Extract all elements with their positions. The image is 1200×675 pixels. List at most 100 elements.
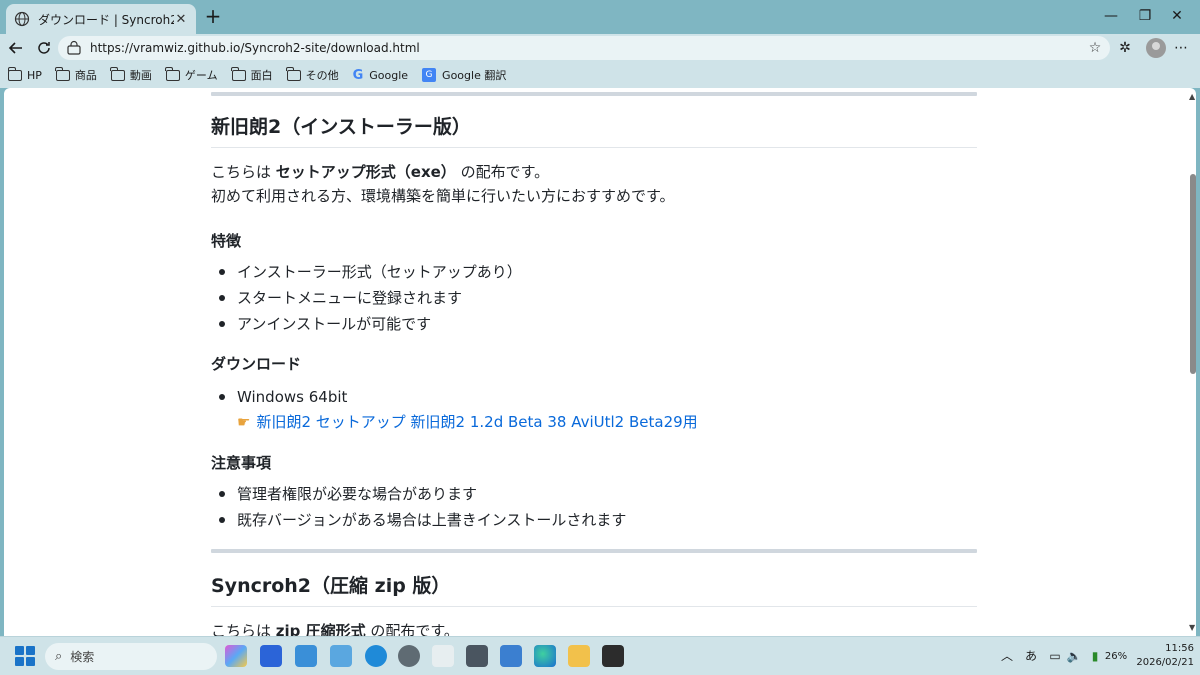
bookmark-label: HP (27, 68, 42, 82)
battery-percent: 26% (1104, 651, 1128, 662)
windows-start-icon[interactable] (15, 646, 35, 666)
terminal-icon[interactable] (602, 645, 624, 667)
notes-heading: 注意事項 (211, 454, 272, 472)
remote-desktop-icon[interactable] (330, 645, 352, 667)
bookmark-label: Google (369, 68, 409, 82)
favorite-star-icon[interactable]: ☆ (1086, 40, 1104, 56)
taskbar: ⌕ 検索 ︿ あ ▭ 🔈 ▮ 26% 11:56 2026/02/21 (0, 636, 1200, 675)
intro-text: こちらは (211, 622, 276, 636)
bookmark-label: ゲーム (184, 69, 218, 82)
volume-icon[interactable]: 🔈 (1066, 637, 1082, 675)
new-tab-button[interactable]: + (202, 6, 224, 28)
scroll-thumb[interactable] (1190, 174, 1196, 374)
bookmark-label: 商品 (74, 69, 97, 82)
google-icon: G (352, 67, 364, 83)
ime-indicator[interactable]: あ (1022, 637, 1040, 675)
section-title-zip: Syncroh2（圧縮 zip 版） (211, 571, 977, 607)
intro-text: こちらは (211, 163, 276, 181)
bookmark-fun[interactable]: 面白 (231, 66, 273, 83)
download-link-text: 新旧朗2 セットアップ 新旧朗2 1.2d Beta 38 AviUtl2 Be… (256, 413, 698, 431)
url-text[interactable]: https://vramwiz.github.io/Syncroh2-site/… (90, 41, 1086, 55)
tab-close-icon[interactable]: ✕ (174, 12, 188, 27)
notes-list: 管理者権限が必要な場合があります 既存バージョンがある場合は上書きインストールさ… (211, 481, 977, 533)
edge-browser-icon[interactable] (534, 645, 556, 667)
back-button[interactable] (4, 37, 28, 59)
browser-toolbar: https://vramwiz.github.io/Syncroh2-site/… (0, 34, 1200, 62)
bookmark-label: その他 (305, 69, 339, 82)
intro-bold: zip 圧縮形式 (275, 622, 366, 636)
download-heading: ダウンロード (211, 355, 302, 373)
intro-text: の配布です。 (455, 163, 550, 181)
extensions-icon[interactable]: ✲ (1114, 38, 1136, 58)
refresh-icon (38, 42, 50, 54)
bookmark-games[interactable]: ゲーム (165, 66, 218, 83)
folder-icon (286, 66, 301, 81)
network-icon[interactable]: ▭ (1046, 637, 1064, 675)
address-bar[interactable]: https://vramwiz.github.io/Syncroh2-site/… (58, 36, 1110, 60)
list-item: インストーラー形式（セットアップあり） (211, 259, 977, 285)
tray-chevron-icon[interactable]: ︿ (998, 637, 1016, 675)
installer-intro: こちらは セットアップ形式（exe） の配布です。 初めて利用される方、環境構築… (211, 160, 977, 208)
page-content: 新旧朗2（インストーラー版） こちらは セットアップ形式（exe） の配布です。… (211, 88, 977, 636)
section-divider (211, 92, 977, 96)
list-item: Windows 64bit (211, 384, 977, 410)
refresh-button[interactable] (32, 37, 56, 59)
bookmark-videos[interactable]: 動画 (110, 66, 152, 83)
bookmarks-bar: HP 商品 動画 ゲーム 面白 その他 G Google G Google 翻訳 (0, 62, 1200, 88)
system-clock[interactable]: 11:56 2026/02/21 (1134, 642, 1194, 670)
clock-time: 11:56 (1165, 643, 1194, 654)
folder-icon (165, 66, 180, 81)
bookmark-google[interactable]: G Google (353, 68, 408, 83)
snipping-tool-icon[interactable] (432, 645, 454, 667)
pointing-hand-icon: ☛ (237, 413, 251, 431)
folder-icon (231, 66, 246, 81)
store-icon[interactable] (365, 645, 387, 667)
download-list: Windows 64bit (211, 384, 977, 410)
site-info-icon[interactable] (66, 40, 82, 56)
intro-text: の配布です。 (365, 622, 459, 636)
photos-icon[interactable] (295, 645, 317, 667)
section-title-installer: 新旧朗2（インストーラー版） (211, 112, 977, 148)
bookmark-products[interactable]: 商品 (55, 66, 97, 83)
features-heading: 特徴 (211, 232, 242, 250)
globe-icon (14, 11, 30, 27)
bookmark-hp[interactable]: HP (7, 66, 42, 82)
folder-icon (7, 66, 22, 81)
folder-icon (110, 66, 125, 81)
battery-icon[interactable]: ▮ (1086, 637, 1104, 675)
google-translate-icon: G (422, 68, 437, 82)
list-item: 既存バージョンがある場合は上書きインストールされます (211, 507, 977, 533)
copilot-icon[interactable] (225, 645, 247, 667)
bookmark-google-translate[interactable]: G Google 翻訳 (422, 67, 506, 83)
calculator-icon[interactable] (466, 645, 488, 667)
close-window-button[interactable]: ✕ (1154, 0, 1200, 32)
zip-intro: こちらは zip 圧縮形式 の配布です。 (211, 619, 977, 636)
scroll-up-icon[interactable]: ▲ (1189, 92, 1195, 101)
notepad-icon[interactable] (500, 645, 522, 667)
section-divider (211, 549, 977, 553)
more-menu-icon[interactable]: ⋯ (1170, 38, 1192, 58)
settings-gear-icon[interactable] (398, 645, 420, 667)
list-item: スタートメニューに登録されます (211, 285, 977, 311)
profile-avatar[interactable] (1146, 38, 1166, 58)
teams-icon[interactable] (260, 645, 282, 667)
page-scrollbar[interactable]: ▲ ▼ (1188, 88, 1198, 636)
intro-bold: セットアップ形式（exe） (275, 163, 456, 181)
scroll-down-icon[interactable]: ▼ (1189, 623, 1195, 632)
page-viewport: 新旧朗2（インストーラー版） こちらは セットアップ形式（exe） の配布です。… (4, 88, 1196, 636)
installer-download-link[interactable]: ☛ 新旧朗2 セットアップ 新旧朗2 1.2d Beta 38 AviUtl2 B… (237, 410, 977, 434)
bookmark-label: 面白 (250, 69, 273, 82)
browser-tab[interactable]: ダウンロード | Syncroh2-site ✕ (6, 4, 196, 34)
intro-text: 初めて利用される方、環境構築を簡単に行いたい方におすすめです。 (211, 187, 675, 205)
list-item: 管理者権限が必要な場合があります (211, 481, 977, 507)
tab-title: ダウンロード | Syncroh2-site (38, 12, 174, 27)
folder-icon (55, 66, 70, 81)
search-icon: ⌕ (55, 649, 63, 664)
bookmark-other[interactable]: その他 (286, 66, 339, 83)
back-arrow-icon (8, 42, 22, 54)
tab-bar: ダウンロード | Syncroh2-site ✕ + — ❐ ✕ (0, 0, 1200, 34)
taskbar-search[interactable]: ⌕ 検索 (45, 643, 217, 670)
file-explorer-icon[interactable] (568, 645, 590, 667)
bookmark-label: 動画 (129, 69, 152, 82)
bookmark-label: Google 翻訳 (442, 69, 507, 82)
